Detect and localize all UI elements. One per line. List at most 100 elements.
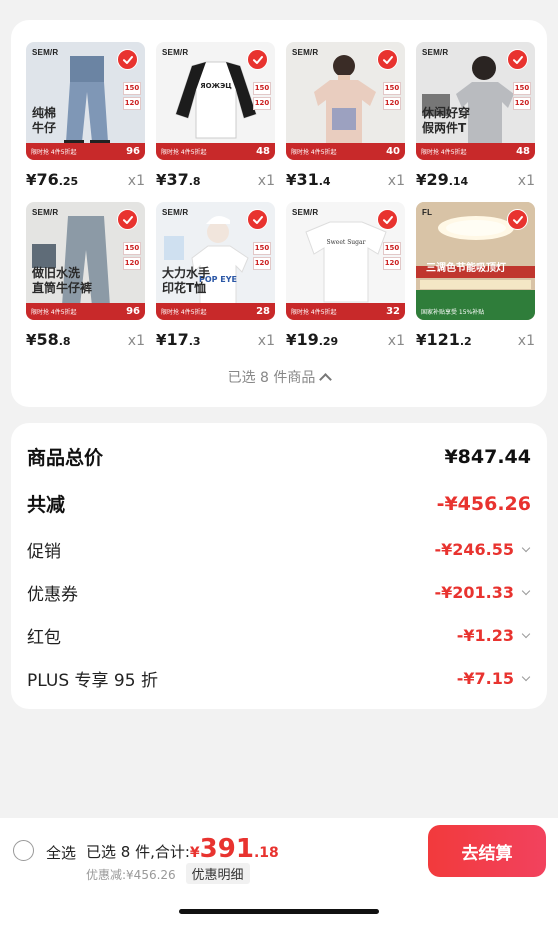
plus-discount-row[interactable]: PLUS 专享 95 折 -¥7.15 [27,666,531,691]
promo-text: 限时抢 4件5折起 [291,149,337,156]
price-integer: 17 [166,330,189,349]
price-currency: ¥ [416,331,427,349]
product-item[interactable]: SEM/R 150 120 限时抢 4件5折起 40 ¥31.4 x1 [286,42,405,190]
selected-count-toggle[interactable]: 已选 8 件商品 [11,367,547,387]
red-packet-value: -¥1.23 [456,626,514,645]
price-sticker: 120 [123,257,141,270]
product-item[interactable]: ЯOЖЭЦ SEM/R 150 120 限时抢 4件5折起 48 ¥37.8 x1 [156,42,275,190]
checkmark-icon[interactable] [247,49,268,70]
promo-band: 限时抢 4件5折起 96 [26,303,145,320]
checkout-button[interactable]: 去结算 [428,825,546,877]
product-item[interactable]: POP EYE SEM/R 150 120 大力水手 印花T恤 限时抢 4件5折起 28 ¥17… [156,202,275,350]
product-thumbnail[interactable]: FL 三调色节能吸顶灯国家补贴享受 15%补贴 [416,202,535,320]
coupon-value: -¥201.33 [434,583,514,602]
select-all-label[interactable]: 全选 [46,842,76,863]
checkmark-icon[interactable] [507,209,528,230]
price-decimal: .4 [318,175,331,188]
promo-number: 48 [516,146,530,157]
price-decimal: .29 [318,335,339,348]
promo-text: 限时抢 4件5折起 [31,309,77,316]
promo-text: 限时抢 4件5折起 [421,149,467,156]
product-thumbnail[interactable]: SEM/R 150 120 做旧水洗 直筒牛仔裤 限时抢 4件5折起 96 [26,202,145,320]
product-thumbnail[interactable]: ЯOЖЭЦ SEM/R 150 120 限时抢 4件5折起 48 [156,42,275,160]
quantity: x1 [387,173,405,189]
product-item[interactable]: SEM/R 150 120 休闲好穿 假两件T 限时抢 4件5折起 48 ¥29.14 x1 [416,42,535,190]
red-packet-row[interactable]: 红包 -¥1.23 [27,623,531,648]
image-overlay-text: 大力水手 印花T恤 [162,266,211,295]
product-thumbnail[interactable]: SEM/R 150 120 纯棉 牛仔 限时抢 4件5折起 96 [26,42,145,160]
promo-number: 28 [256,306,270,317]
total-amount: 391 [199,834,254,864]
product-thumbnail[interactable]: SEM/R 150 120 休闲好穿 假两件T 限时抢 4件5折起 48 [416,42,535,160]
price-row: ¥19.29 x1 [286,330,405,350]
promo-text: 限时抢 4件5折起 [31,149,77,156]
price-sticker: 120 [383,257,401,270]
selected-products-card: SEM/R 150 120 纯棉 牛仔 限时抢 4件5折起 96 ¥76.25 x1 ЯOЖЭЦ S… [11,20,547,407]
product-item[interactable]: SEM/R 150 120 做旧水洗 直筒牛仔裤 限时抢 4件5折起 96 ¥58.8 x1 [26,202,145,350]
discount-detail-button[interactable]: 优惠明细 [185,863,250,884]
promotion-row[interactable]: 促销 -¥246.55 [27,537,531,562]
price-sticker: 150 [383,242,401,255]
promo-number: 40 [386,146,400,157]
price-sticker: 150 [253,242,271,255]
price-decimal: .8 [58,335,71,348]
price-row: ¥58.8 x1 [26,330,145,350]
price-decimal: .14 [448,175,469,188]
selected-count-label: 已选 8 件商品 [227,370,316,386]
promo-band: 限时抢 4件5折起 48 [416,143,535,160]
selected-total-label: 已选 8 件,合计: [86,843,190,861]
product-thumbnail[interactable]: POP EYE SEM/R 150 120 大力水手 印花T恤 限时抢 4件5折起 28 [156,202,275,320]
quantity: x1 [517,333,535,349]
total-reduction-value: -¥456.26 [436,492,531,515]
price-integer: 19 [296,330,319,349]
total-currency: ¥ [189,845,200,861]
chevron-down-icon [521,629,531,638]
price-sticker: 150 [123,242,141,255]
brand-label: SEM/R [292,208,319,217]
checkmark-icon[interactable] [247,209,268,230]
total-reduction-label: 共减 [27,494,66,516]
brand-label: SEM/R [32,208,59,217]
product-grid: SEM/R 150 120 纯棉 牛仔 限时抢 4件5折起 96 ¥76.25 x1 ЯOЖЭЦ S… [26,42,535,350]
price-row: ¥37.8 x1 [156,170,275,190]
price-decimal: .8 [188,175,201,188]
product-item[interactable]: SEM/R 150 120 纯棉 牛仔 限时抢 4件5折起 96 ¥76.25 x1 [26,42,145,190]
price-row: ¥17.3 x1 [156,330,275,350]
chevron-down-icon [521,543,531,552]
price-currency: ¥ [416,171,427,189]
price-decimal: .3 [188,335,201,348]
price-sticker: 150 [383,82,401,95]
price-sticker: 120 [253,97,271,110]
promo-number: 96 [126,306,140,317]
brand-label: SEM/R [292,48,319,57]
quantity: x1 [127,173,145,189]
image-overlay-text: 休闲好穿 假两件T [422,106,471,135]
product-thumbnail[interactable]: SEM/R 150 120 限时抢 4件5折起 40 [286,42,405,160]
total-reduction-row: 共减 -¥456.26 [27,490,531,517]
checkmark-icon[interactable] [117,49,138,70]
product-item[interactable]: Sweet Sugar SEM/R 150 120 限时抢 4件5折起 32 ¥19.29 x… [286,202,405,350]
price-sticker: 150 [253,82,271,95]
total-price-value: ¥847.44 [444,445,531,468]
promo-band: 国家补贴享受 15%补贴 [416,303,535,320]
checkmark-icon[interactable] [377,209,398,230]
product-item[interactable]: FL 三调色节能吸顶灯 国家补贴享受 15%补贴 ¥121.2 x1 [416,202,535,350]
svg-text:Sweet Sugar: Sweet Sugar [327,239,366,246]
image-overlay-text: 三调色节能吸顶灯 [426,263,506,274]
coupon-label: 优惠券 [27,585,78,605]
total-cents: .18 [253,845,279,861]
promo-text: 国家补贴享受 15%补贴 [421,309,485,316]
select-all-radio[interactable] [13,840,34,861]
coupon-row[interactable]: 优惠券 -¥201.33 [27,580,531,605]
total-price-label: 商品总价 [27,447,104,469]
price-row: ¥76.25 x1 [26,170,145,190]
price-integer: 37 [166,170,189,189]
brand-label: FL [422,208,433,217]
product-thumbnail[interactable]: Sweet Sugar SEM/R 150 120 限时抢 4件5折起 32 [286,202,405,320]
quantity: x1 [387,333,405,349]
checkmark-icon[interactable] [377,49,398,70]
promo-number: 32 [386,306,400,317]
checkmark-icon[interactable] [507,49,528,70]
checkout-bar: 全选 已选 8 件,合计: ¥ 391 .18 优惠减:¥456.26 优惠明细… [0,818,558,926]
checkmark-icon[interactable] [117,209,138,230]
